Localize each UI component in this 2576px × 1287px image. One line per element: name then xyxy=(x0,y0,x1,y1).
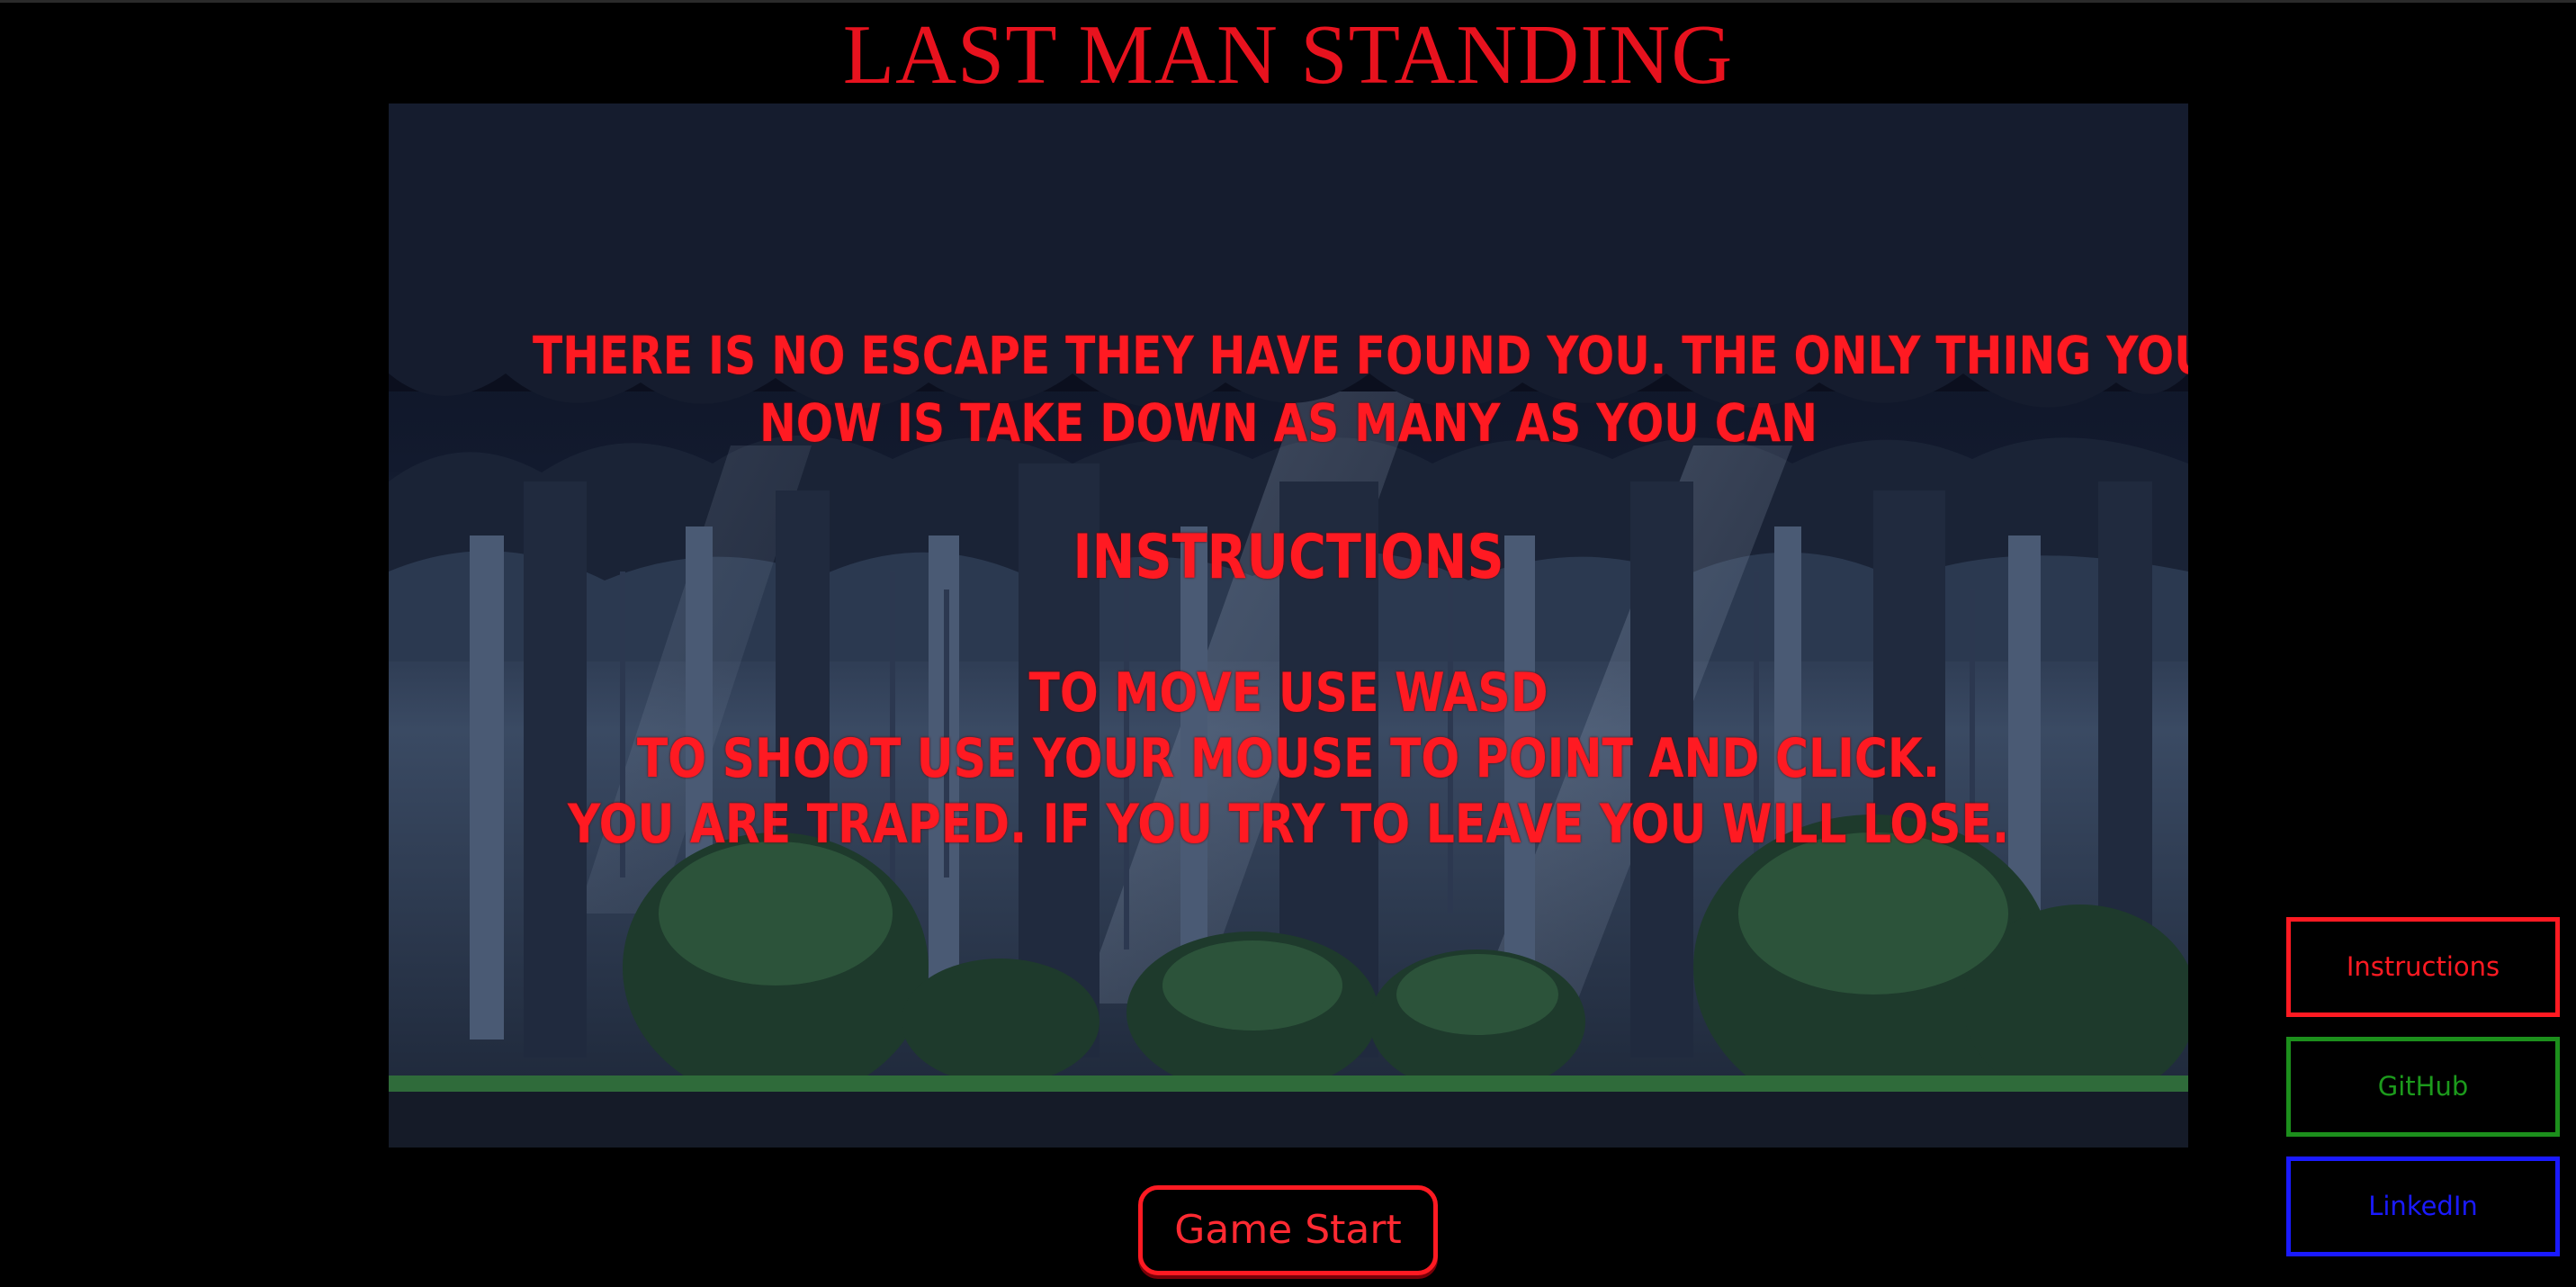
game-title: LAST MAN STANDING xyxy=(842,8,1734,102)
github-link-button[interactable]: GitHub xyxy=(2286,1037,2560,1137)
game-canvas[interactable]: There is no escape they have found you. … xyxy=(389,104,2188,1148)
top-rule xyxy=(0,0,2576,3)
instruction-line: To move use WASD xyxy=(1028,662,1548,724)
instruction-line: You are traped. If you try to leave you … xyxy=(567,793,2010,856)
instructions-button[interactable]: Instructions xyxy=(2286,917,2560,1017)
linkedin-link-button[interactable]: LinkedIn xyxy=(2286,1156,2560,1256)
instructions-heading: Instructions xyxy=(1073,522,1504,593)
instruction-line: To shoot use your mouse to point and cli… xyxy=(636,727,1941,790)
story-overlay: There is no escape they have found you. … xyxy=(389,104,2188,1148)
intro-line-1: There is no escape they have found you. … xyxy=(533,325,2188,386)
game-start-button[interactable]: Game Start xyxy=(1138,1185,1438,1275)
intro-line-2: now is take down as many as you can xyxy=(759,392,1818,454)
